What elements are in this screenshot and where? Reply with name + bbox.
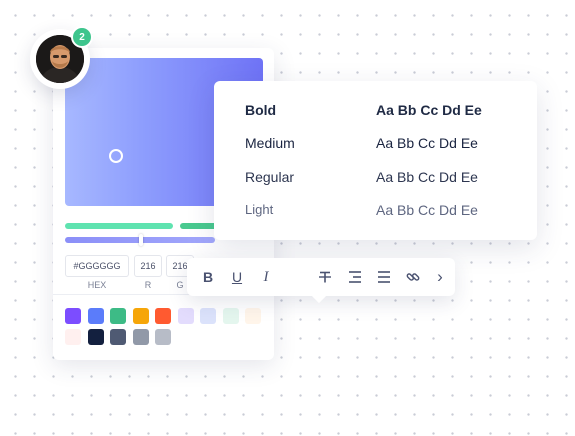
link-icon: [406, 273, 420, 281]
font-weight-row[interactable]: Regular Aa Bb Cc Dd Ee: [214, 169, 537, 189]
font-sample: Aa Bb Cc Dd Ee: [376, 169, 478, 185]
color-swatch[interactable]: [200, 308, 216, 324]
typography-panel: Bold Aa Bb Cc Dd Ee Medium Aa Bb Cc Dd E…: [214, 81, 537, 240]
red-input[interactable]: 216: [134, 255, 162, 277]
font-sample: Aa Bb Cc Dd Ee: [376, 102, 482, 118]
hex-input[interactable]: #GGGGGG: [65, 255, 129, 277]
align-right-icon: [349, 271, 361, 283]
strikethrough-button[interactable]: [314, 266, 336, 288]
font-weight-row[interactable]: Medium Aa Bb Cc Dd Ee: [214, 135, 537, 155]
weight-label: Light: [245, 202, 274, 217]
color-handle[interactable]: [109, 149, 123, 163]
color-swatch[interactable]: [65, 329, 81, 345]
weight-label: Bold: [245, 102, 277, 118]
slider-bar[interactable]: [65, 223, 173, 229]
font-weight-row[interactable]: Light Aa Bb Cc Dd Ee: [214, 202, 537, 222]
link-button[interactable]: [402, 266, 424, 288]
align-right-button[interactable]: [344, 266, 366, 288]
font-weight-row[interactable]: Bold Aa Bb Cc Dd Ee: [214, 102, 537, 122]
justify-button[interactable]: [373, 266, 395, 288]
weight-label: Medium: [245, 135, 295, 151]
color-swatch[interactable]: [87, 308, 104, 324]
italic-button[interactable]: I: [255, 266, 277, 288]
color-swatch[interactable]: [177, 308, 194, 324]
color-swatch[interactable]: [132, 329, 149, 345]
strikethrough-icon: [319, 271, 331, 283]
weight-label: Regular: [245, 169, 295, 185]
font-sample: Aa Bb Cc Dd Ee: [376, 135, 478, 151]
hex-label: HEX: [87, 280, 107, 290]
underline-button[interactable]: U: [226, 266, 248, 288]
color-swatch[interactable]: [65, 308, 81, 324]
color-swatch[interactable]: [155, 308, 171, 324]
red-label: R: [144, 280, 152, 290]
notification-badge: 2: [71, 26, 93, 48]
color-swatch[interactable]: [110, 329, 126, 345]
color-swatch[interactable]: [245, 308, 261, 324]
color-swatch[interactable]: [87, 329, 104, 345]
bold-button[interactable]: B: [197, 266, 219, 288]
justify-icon: [378, 271, 390, 283]
color-swatch[interactable]: [110, 308, 126, 324]
hue-slider-handle[interactable]: [139, 234, 143, 246]
formatting-toolbar: B U I ›: [187, 258, 455, 296]
color-swatch[interactable]: [222, 308, 239, 324]
font-sample: Aa Bb Cc Dd Ee: [376, 202, 478, 218]
color-swatch[interactable]: [132, 308, 149, 324]
chevron-right-icon[interactable]: ›: [429, 266, 451, 288]
color-swatch[interactable]: [155, 329, 171, 345]
